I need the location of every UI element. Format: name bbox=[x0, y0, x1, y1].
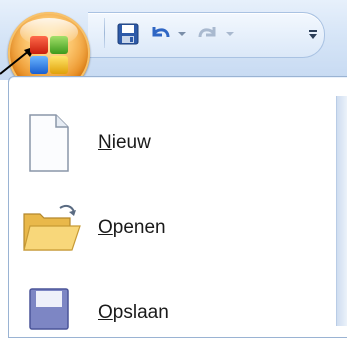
undo-dropdown[interactable] bbox=[176, 20, 188, 48]
open-folder-icon bbox=[22, 198, 81, 258]
menu-item-save[interactable]: Opslaan bbox=[22, 278, 322, 348]
menu-item-new[interactable]: Nieuw bbox=[22, 108, 322, 178]
qat-separator bbox=[104, 18, 105, 48]
customize-qat-button[interactable] bbox=[306, 20, 320, 48]
redo-button[interactable] bbox=[194, 20, 222, 48]
menu-item-label: Opslaan bbox=[98, 302, 169, 323]
save-icon bbox=[117, 23, 139, 45]
office-logo-icon bbox=[30, 36, 70, 76]
menu-item-open[interactable]: Openen bbox=[22, 193, 322, 263]
menu-item-label: Nieuw bbox=[98, 132, 151, 153]
save-button[interactable] bbox=[114, 20, 142, 48]
chevron-down-icon bbox=[178, 32, 186, 36]
redo-dropdown[interactable] bbox=[224, 20, 236, 48]
undo-icon bbox=[152, 27, 170, 38]
redo-icon bbox=[198, 27, 216, 38]
chevron-down-icon bbox=[226, 32, 234, 36]
customize-qat-icon bbox=[309, 30, 317, 39]
undo-button[interactable] bbox=[146, 20, 174, 48]
menu-item-label: Openen bbox=[98, 217, 166, 238]
new-document-icon bbox=[22, 113, 74, 173]
menu-divider bbox=[336, 96, 347, 326]
save-icon bbox=[22, 283, 74, 343]
